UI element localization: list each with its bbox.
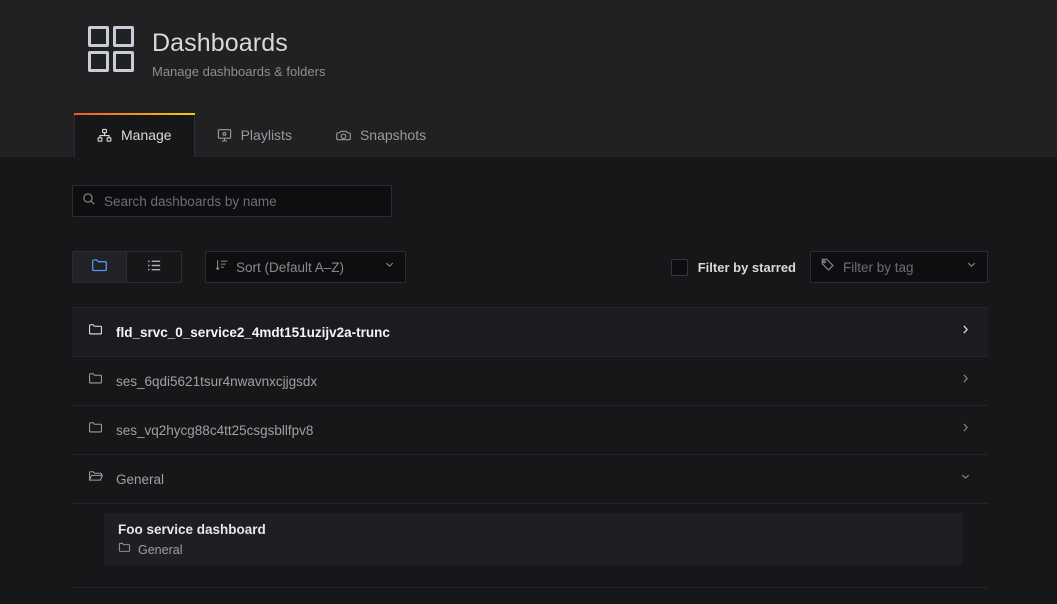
chevron-right-icon[interactable] bbox=[959, 421, 972, 439]
tab-bar: Manage Playlists Snapshots bbox=[74, 113, 448, 157]
page-header: Dashboards Manage dashboards & folders M… bbox=[0, 0, 1057, 157]
content-area: Sort (Default A–Z) Filter by starred bbox=[0, 157, 1057, 604]
folder-name: fld_srvc_0_service2_4mdt151uzijv2a-trunc bbox=[116, 324, 390, 340]
dashboard-folder-meta: General bbox=[118, 541, 949, 559]
page-subtitle: Manage dashboards & folders bbox=[152, 64, 326, 79]
page-title: Dashboards bbox=[152, 29, 288, 57]
folder-name: General bbox=[116, 471, 165, 487]
folder-icon bbox=[91, 257, 108, 277]
tab-playlists-label: Playlists bbox=[240, 127, 292, 143]
chevron-right-icon[interactable] bbox=[959, 372, 972, 390]
tab-manage-label: Manage bbox=[121, 127, 172, 143]
title-block: Dashboards Manage dashboards & folders bbox=[152, 26, 325, 80]
dashboard-folder-list: fld_srvc_0_service2_4mdt151uzijv2a-trunc… bbox=[72, 307, 988, 604]
folder-row[interactable]: ses_6qdi5621tsur4nwavnxcjjgsdx bbox=[72, 357, 988, 406]
folder-name: ses_vq2hycg88c4tt25csgsbllfpv8 bbox=[116, 422, 314, 438]
starred-filter[interactable]: Filter by starred bbox=[670, 258, 796, 276]
folder-open-icon bbox=[88, 469, 104, 489]
dashboard-group-general: Foo service dashboard General bbox=[72, 513, 988, 588]
presentation-icon bbox=[217, 128, 232, 143]
folder-name: ses_6qdi5621tsur4nwavnxcjjgsdx bbox=[116, 373, 318, 389]
view-folder-button[interactable] bbox=[73, 252, 127, 282]
tab-manage[interactable]: Manage bbox=[74, 113, 195, 157]
dashboards-grid-icon bbox=[88, 26, 134, 72]
tab-snapshots-label: Snapshots bbox=[359, 127, 427, 143]
search-input[interactable] bbox=[104, 193, 382, 209]
sort-amount-down-icon bbox=[215, 258, 229, 277]
view-list-button[interactable] bbox=[127, 252, 181, 282]
camera-icon bbox=[336, 128, 351, 143]
header-inner: Dashboards Manage dashboards & folders bbox=[0, 0, 1057, 80]
tag-icon bbox=[820, 257, 835, 277]
list-toolbar: Sort (Default A–Z) Filter by starred Fil… bbox=[72, 251, 988, 283]
tab-snapshots[interactable]: Snapshots bbox=[314, 113, 448, 157]
starred-filter-label: Filter by starred bbox=[697, 259, 796, 275]
chevron-right-icon[interactable] bbox=[959, 323, 972, 341]
dashboard-title: Foo service dashboard bbox=[118, 522, 266, 537]
sitemap-icon bbox=[97, 128, 112, 143]
chevron-down-icon bbox=[965, 258, 978, 276]
tab-playlists[interactable]: Playlists bbox=[195, 113, 314, 157]
search-box[interactable] bbox=[72, 185, 392, 217]
list-empty-tail bbox=[72, 588, 988, 604]
tag-filter-placeholder: Filter by tag bbox=[843, 259, 914, 275]
folder-icon bbox=[88, 420, 103, 440]
tag-filter-dropdown[interactable]: Filter by tag bbox=[810, 251, 988, 283]
view-toggle-group bbox=[72, 251, 182, 283]
folder-row[interactable]: ses_vq2hycg88c4tt25csgsbllfpv8 bbox=[72, 406, 988, 455]
search-icon bbox=[82, 192, 96, 211]
dashboard-item[interactable]: Foo service dashboard General bbox=[104, 513, 963, 565]
chevron-down-icon bbox=[383, 258, 396, 276]
folder-row[interactable]: General bbox=[72, 455, 988, 504]
folder-row[interactable]: fld_srvc_0_service2_4mdt151uzijv2a-trunc bbox=[72, 308, 988, 357]
dashboard-folder-label: General bbox=[138, 543, 183, 557]
toolbar-right: Filter by starred Filter by tag bbox=[670, 251, 988, 283]
folder-icon bbox=[118, 541, 131, 559]
folder-icon bbox=[88, 371, 103, 391]
list-icon bbox=[146, 257, 163, 277]
chevron-down-icon[interactable] bbox=[959, 470, 972, 488]
starred-checkbox[interactable] bbox=[670, 258, 688, 276]
folder-icon bbox=[88, 322, 103, 342]
sort-value: Sort (Default A–Z) bbox=[236, 259, 345, 275]
sort-dropdown[interactable]: Sort (Default A–Z) bbox=[205, 251, 406, 283]
